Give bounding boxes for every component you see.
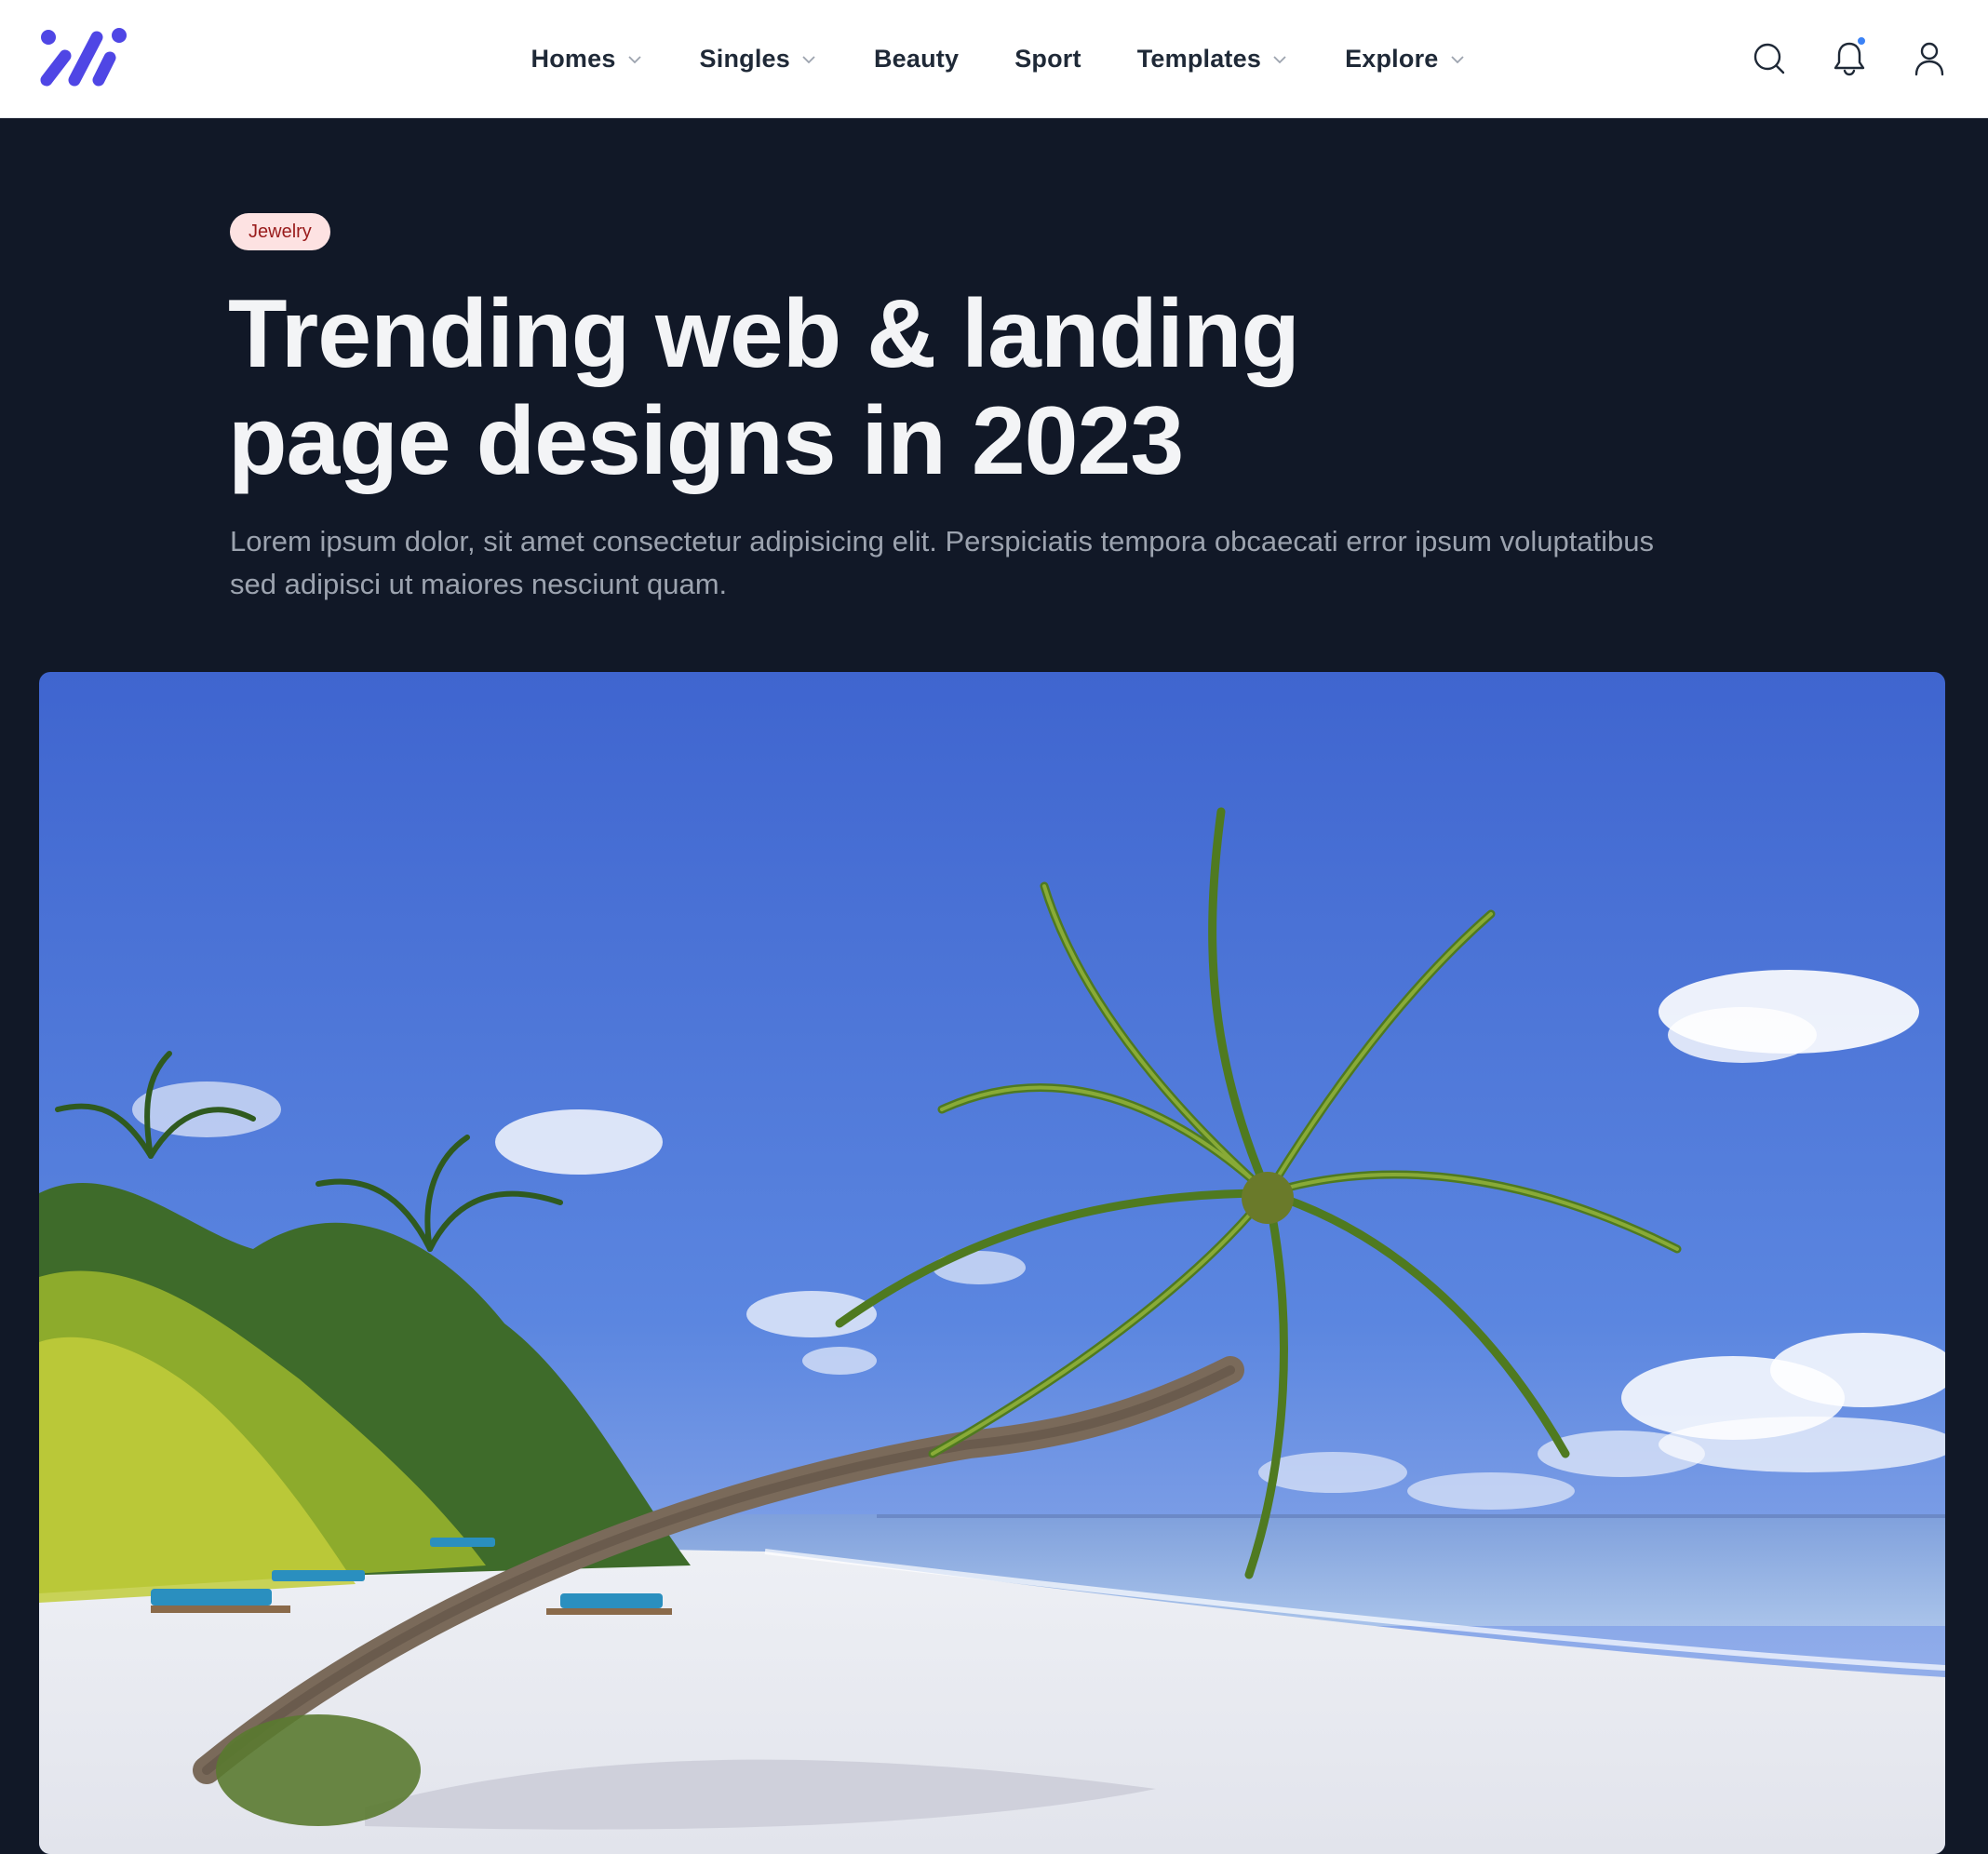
bell-icon[interactable] (1828, 35, 1871, 80)
nav-label: Explore (1345, 45, 1439, 73)
category-badge[interactable]: Jewelry (230, 213, 330, 250)
subtitle-line-2: sed adipisci ut maiores nesciunt quam. (230, 568, 728, 600)
title-line-1: Trending web & landing (228, 280, 1300, 388)
nav-label: Beauty (873, 45, 960, 73)
chevron-down-icon (627, 55, 641, 63)
chevron-down-icon (1273, 55, 1286, 63)
hero-image (39, 672, 1945, 1854)
subtitle-line-1: Lorem ipsum dolor, sit amet consectetur … (230, 525, 1655, 558)
hero-section: Jewelry Trending web & landing page desi… (0, 118, 1988, 1854)
nav-item-homes[interactable]: Homes (504, 34, 672, 85)
chevron-down-icon (1450, 55, 1464, 63)
nav-label: Sport (1014, 45, 1081, 73)
nav-item-singles[interactable]: Singles (672, 34, 846, 85)
nav-item-sport[interactable]: Sport (987, 34, 1109, 85)
nav-label: Singles (699, 45, 790, 73)
nav-item-explore[interactable]: Explore (1317, 34, 1494, 85)
chevron-down-icon (802, 55, 815, 63)
user-icon[interactable] (1908, 37, 1951, 80)
site-header: Homes Singles Beauty Sport Templates Exp… (0, 0, 1988, 118)
page-subtitle: Lorem ipsum dolor, sit amet consectetur … (230, 520, 1812, 606)
notification-dot (1856, 35, 1867, 47)
nav-label: Homes (531, 45, 616, 73)
title-line-2: page designs in 2023 (228, 387, 1184, 495)
nav-item-beauty[interactable]: Beauty (846, 34, 987, 85)
page-title: Trending web & landing page designs in 2… (228, 281, 1438, 495)
nav-label: Templates (1136, 45, 1262, 73)
header-actions (1748, 35, 1951, 80)
brand-logo-icon[interactable] (37, 24, 130, 89)
main-navigation: Homes Singles Beauty Sport Templates Exp… (0, 0, 1988, 118)
search-icon[interactable] (1748, 37, 1791, 80)
nav-item-templates[interactable]: Templates (1109, 34, 1317, 85)
